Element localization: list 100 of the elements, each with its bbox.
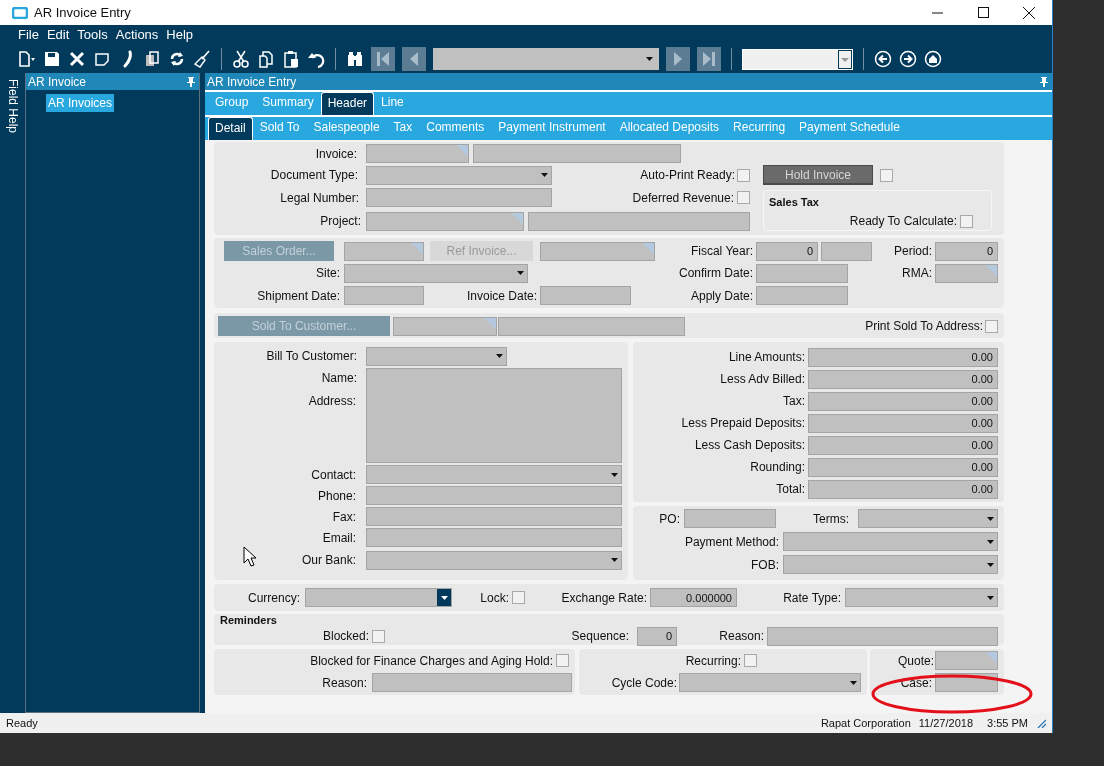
checkbox[interactable] — [737, 168, 750, 182]
dropdown[interactable] — [305, 588, 452, 607]
field-label: Auto-Print Ready: — [639, 168, 735, 182]
search-icon[interactable] — [346, 50, 364, 68]
tab[interactable]: Detail — [208, 117, 253, 140]
side-tab[interactable]: Field Help — [3, 79, 22, 134]
text-field[interactable] — [366, 144, 469, 163]
checkbox[interactable] — [372, 629, 385, 643]
checkbox[interactable] — [744, 654, 757, 667]
search-combo[interactable] — [742, 48, 853, 70]
text-field[interactable]: 0.00 — [808, 347, 998, 367]
field-label: Reason: — [321, 675, 367, 690]
field-label: Lock: — [479, 590, 509, 605]
text-field[interactable]: 0.00 — [808, 369, 998, 389]
last-record-button[interactable] — [697, 47, 721, 71]
text-field[interactable] — [935, 651, 998, 670]
dropdown-arrow-icon — [646, 57, 653, 61]
text-field[interactable] — [372, 673, 572, 692]
text-field[interactable] — [821, 241, 872, 261]
text-field[interactable] — [756, 286, 848, 305]
dropdown-arrow-icon — [516, 271, 524, 275]
text-field[interactable] — [756, 263, 848, 283]
forward-icon[interactable] — [899, 50, 917, 68]
text-field[interactable]: 0 — [637, 626, 677, 646]
text-field[interactable] — [767, 626, 998, 646]
text-field[interactable] — [344, 286, 424, 305]
back-icon[interactable] — [874, 50, 892, 68]
field-label: Sequence: — [570, 629, 629, 643]
broom-icon[interactable] — [193, 50, 211, 68]
form-button[interactable]: Hold Invoice — [763, 165, 873, 185]
first-record-icon — [376, 51, 390, 67]
text-field[interactable] — [366, 211, 524, 231]
menu-item[interactable]: File — [18, 25, 39, 45]
text-field[interactable] — [366, 188, 552, 207]
checkbox[interactable] — [556, 654, 569, 667]
next-record-button[interactable] — [666, 47, 690, 71]
checkbox[interactable] — [737, 191, 750, 204]
text-field[interactable] — [366, 528, 622, 547]
dropdown-arrow-icon — [610, 472, 618, 477]
text-field[interactable] — [684, 509, 776, 528]
text-field[interactable] — [473, 144, 681, 163]
text-field[interactable] — [498, 316, 685, 336]
first-record-button[interactable] — [371, 47, 395, 71]
field-label: Contact: — [310, 467, 356, 482]
text-field[interactable]: 0.00 — [808, 479, 998, 499]
note-icon[interactable] — [93, 50, 111, 68]
field-label: Payment Method: — [683, 534, 779, 549]
dropdown-arrow-icon — [610, 558, 618, 562]
text-field[interactable] — [366, 486, 622, 505]
close-icon — [1023, 6, 1035, 19]
text-field[interactable]: 0.00 — [808, 413, 998, 433]
previous-record-button[interactable] — [402, 47, 426, 71]
menu-item[interactable]: Edit — [46, 25, 70, 45]
text-area[interactable] — [366, 368, 622, 463]
panel-title: AR Invoice — [28, 73, 87, 91]
dropdown-arrow-icon — [849, 680, 857, 685]
field-label: Apply Date: — [689, 288, 753, 303]
save-icon[interactable] — [43, 50, 61, 68]
field-label: Rounding: — [749, 460, 805, 474]
checkbox[interactable] — [880, 168, 893, 182]
menu-item[interactable]: Tools — [77, 25, 108, 45]
text-field[interactable]: 0.00 — [808, 435, 998, 455]
field-label: Invoice Date: — [465, 288, 537, 303]
refresh-icon[interactable] — [168, 50, 186, 68]
menu-item[interactable]: Help — [166, 25, 194, 45]
home-icon[interactable] — [924, 50, 942, 68]
paste-icon[interactable] — [282, 50, 300, 68]
text-field[interactable] — [935, 263, 998, 283]
copy-icon[interactable] — [257, 50, 275, 68]
text-field[interactable] — [366, 507, 622, 526]
new-document-icon[interactable] — [16, 50, 36, 68]
text-field[interactable] — [344, 241, 424, 261]
field-label: Document Type: — [269, 168, 358, 182]
text-field[interactable] — [393, 316, 497, 336]
field-label: Site: — [315, 266, 340, 280]
field-label: Currency: — [247, 590, 300, 605]
text-field[interactable] — [528, 211, 750, 231]
text-field[interactable]: 0.00 — [808, 391, 998, 411]
field-label: RMA: — [901, 266, 932, 280]
field-label: Tax: — [782, 394, 805, 408]
text-field[interactable]: 0 — [756, 241, 818, 261]
text-field[interactable]: 0 — [935, 241, 998, 261]
delete-icon[interactable] — [68, 50, 86, 68]
pin-icon[interactable] — [187, 76, 195, 87]
last-record-icon — [702, 51, 716, 67]
dropdown-arrow-icon — [986, 562, 994, 567]
field-label: Legal Number: — [279, 190, 359, 205]
text-field[interactable] — [540, 241, 655, 261]
cut-icon[interactable] — [232, 50, 250, 68]
checkbox[interactable] — [985, 319, 998, 333]
checkbox[interactable] — [512, 591, 525, 604]
checkbox[interactable] — [960, 214, 973, 228]
text-field[interactable]: 0.000000 — [650, 588, 737, 607]
attachment-icon[interactable] — [143, 50, 161, 68]
text-field[interactable]: 0.00 — [808, 457, 998, 477]
text-field[interactable] — [540, 286, 631, 305]
pin-icon[interactable] — [1040, 76, 1048, 87]
menu-item[interactable]: Actions — [115, 25, 159, 45]
tab[interactable]: Header — [320, 92, 375, 115]
resize-grip-icon[interactable] — [1036, 718, 1046, 728]
